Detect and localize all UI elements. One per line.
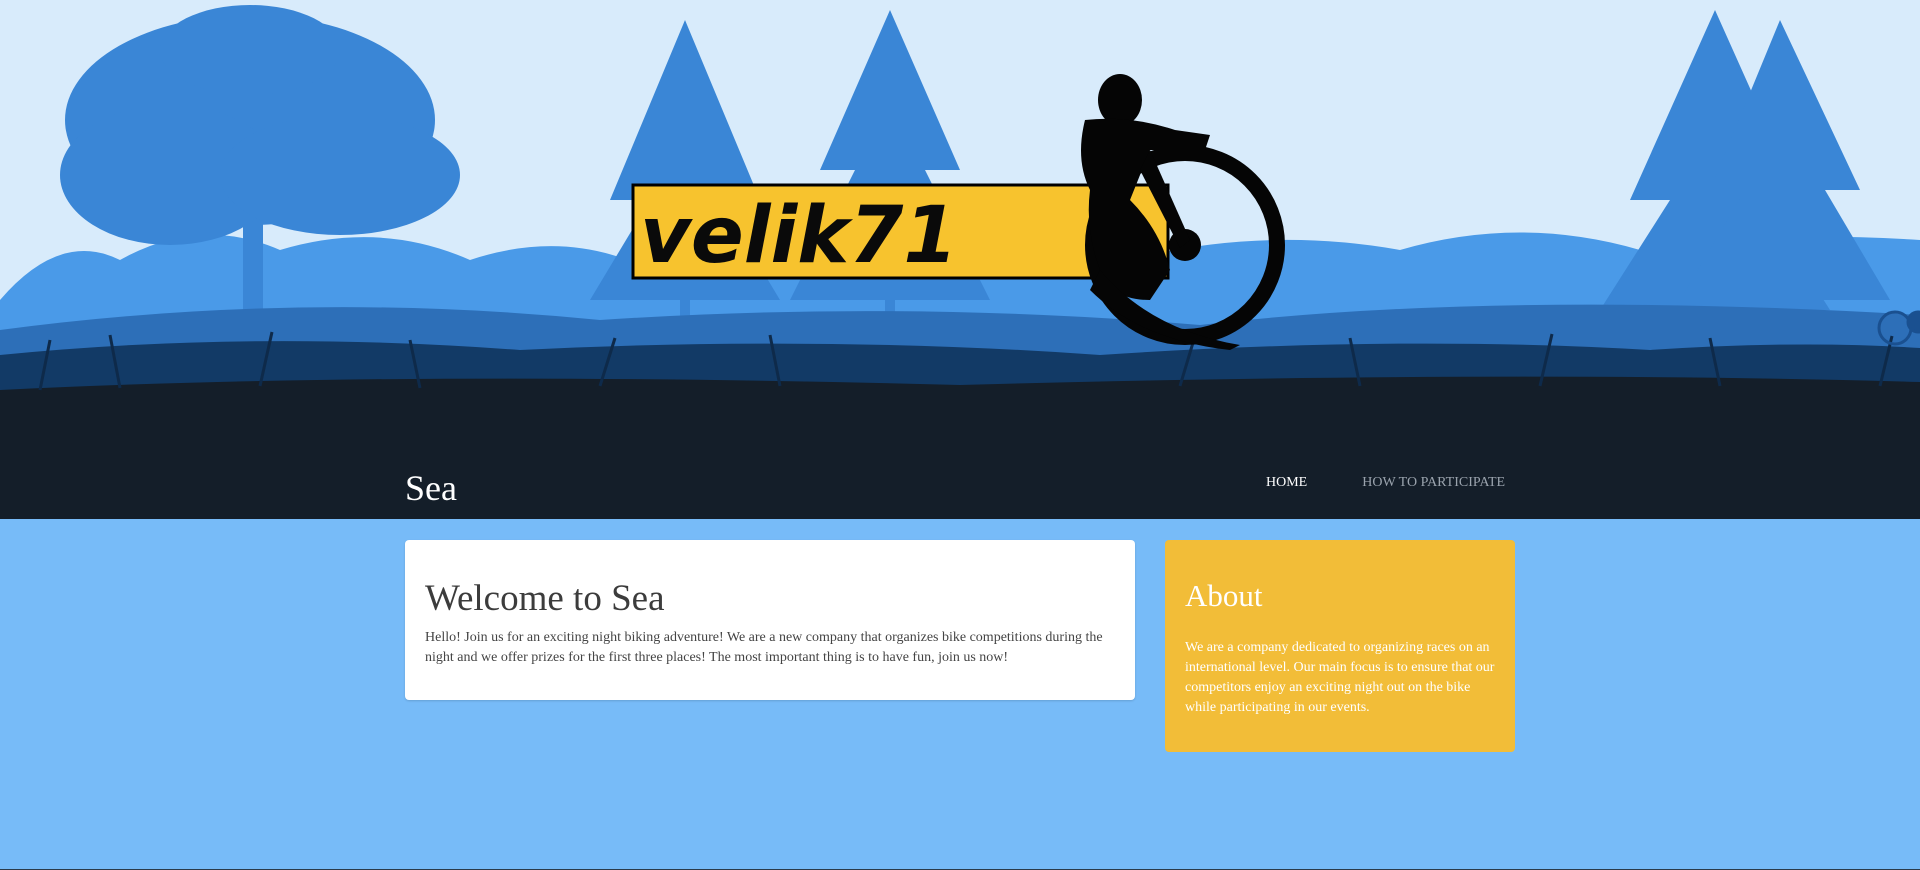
- welcome-card: Welcome to Sea Hello! Join us for an exc…: [405, 540, 1135, 700]
- about-text: We are a company dedicated to organizing…: [1185, 640, 1495, 715]
- main-nav: HOME HOW TO PARTICIPATE: [1266, 474, 1505, 492]
- nav-how-to-participate-link[interactable]: HOW TO PARTICIPATE: [1362, 474, 1505, 492]
- welcome-text: Hello! Join us for an exciting night bik…: [425, 630, 1103, 665]
- nav-home-link[interactable]: HOME: [1266, 474, 1307, 492]
- forest-illustration: velik71: [0, 0, 1920, 519]
- about-card: About We are a company dedicated to orga…: [1165, 540, 1515, 752]
- svg-text:velik71: velik71: [640, 191, 958, 281]
- welcome-heading: Welcome to Sea: [425, 578, 665, 619]
- about-heading: About: [1185, 578, 1263, 613]
- site-title[interactable]: Sea: [405, 466, 457, 510]
- hero-banner: velik71 Sea HOME HOW TO PARTICIPATE: [0, 0, 1920, 519]
